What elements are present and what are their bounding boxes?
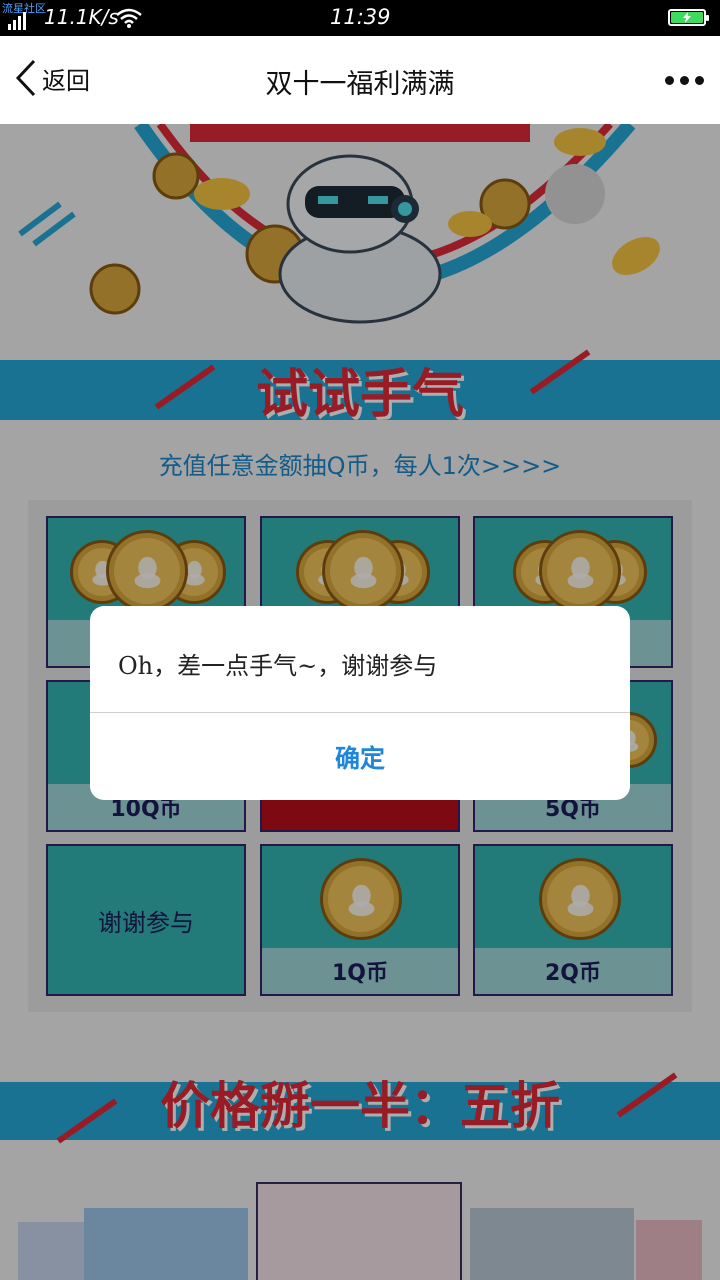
network-speed: 11.1K/s — [44, 5, 119, 29]
wifi-icon — [116, 8, 142, 28]
dialog-message: Oh，差一点手气~，谢谢参与 — [118, 652, 438, 680]
nav-bar: 返回 双十一福利满满 — [0, 36, 720, 124]
confirm-button[interactable]: 确定 — [90, 713, 630, 800]
charging-bolt-icon — [683, 12, 691, 23]
battery-icon — [668, 9, 709, 26]
more-dot-icon — [695, 76, 704, 85]
clock: 11:39 — [330, 5, 391, 29]
page-title: 双十一福利满满 — [265, 69, 455, 100]
more-dot-icon — [665, 76, 674, 85]
more-menu-button[interactable] — [665, 76, 704, 85]
status-bar: 流星社区 11.1K/s 11:39 — [0, 0, 720, 36]
more-dot-icon — [680, 76, 689, 85]
signal-icon — [8, 12, 26, 30]
result-dialog: Oh，差一点手气~，谢谢参与 确定 — [90, 606, 630, 800]
